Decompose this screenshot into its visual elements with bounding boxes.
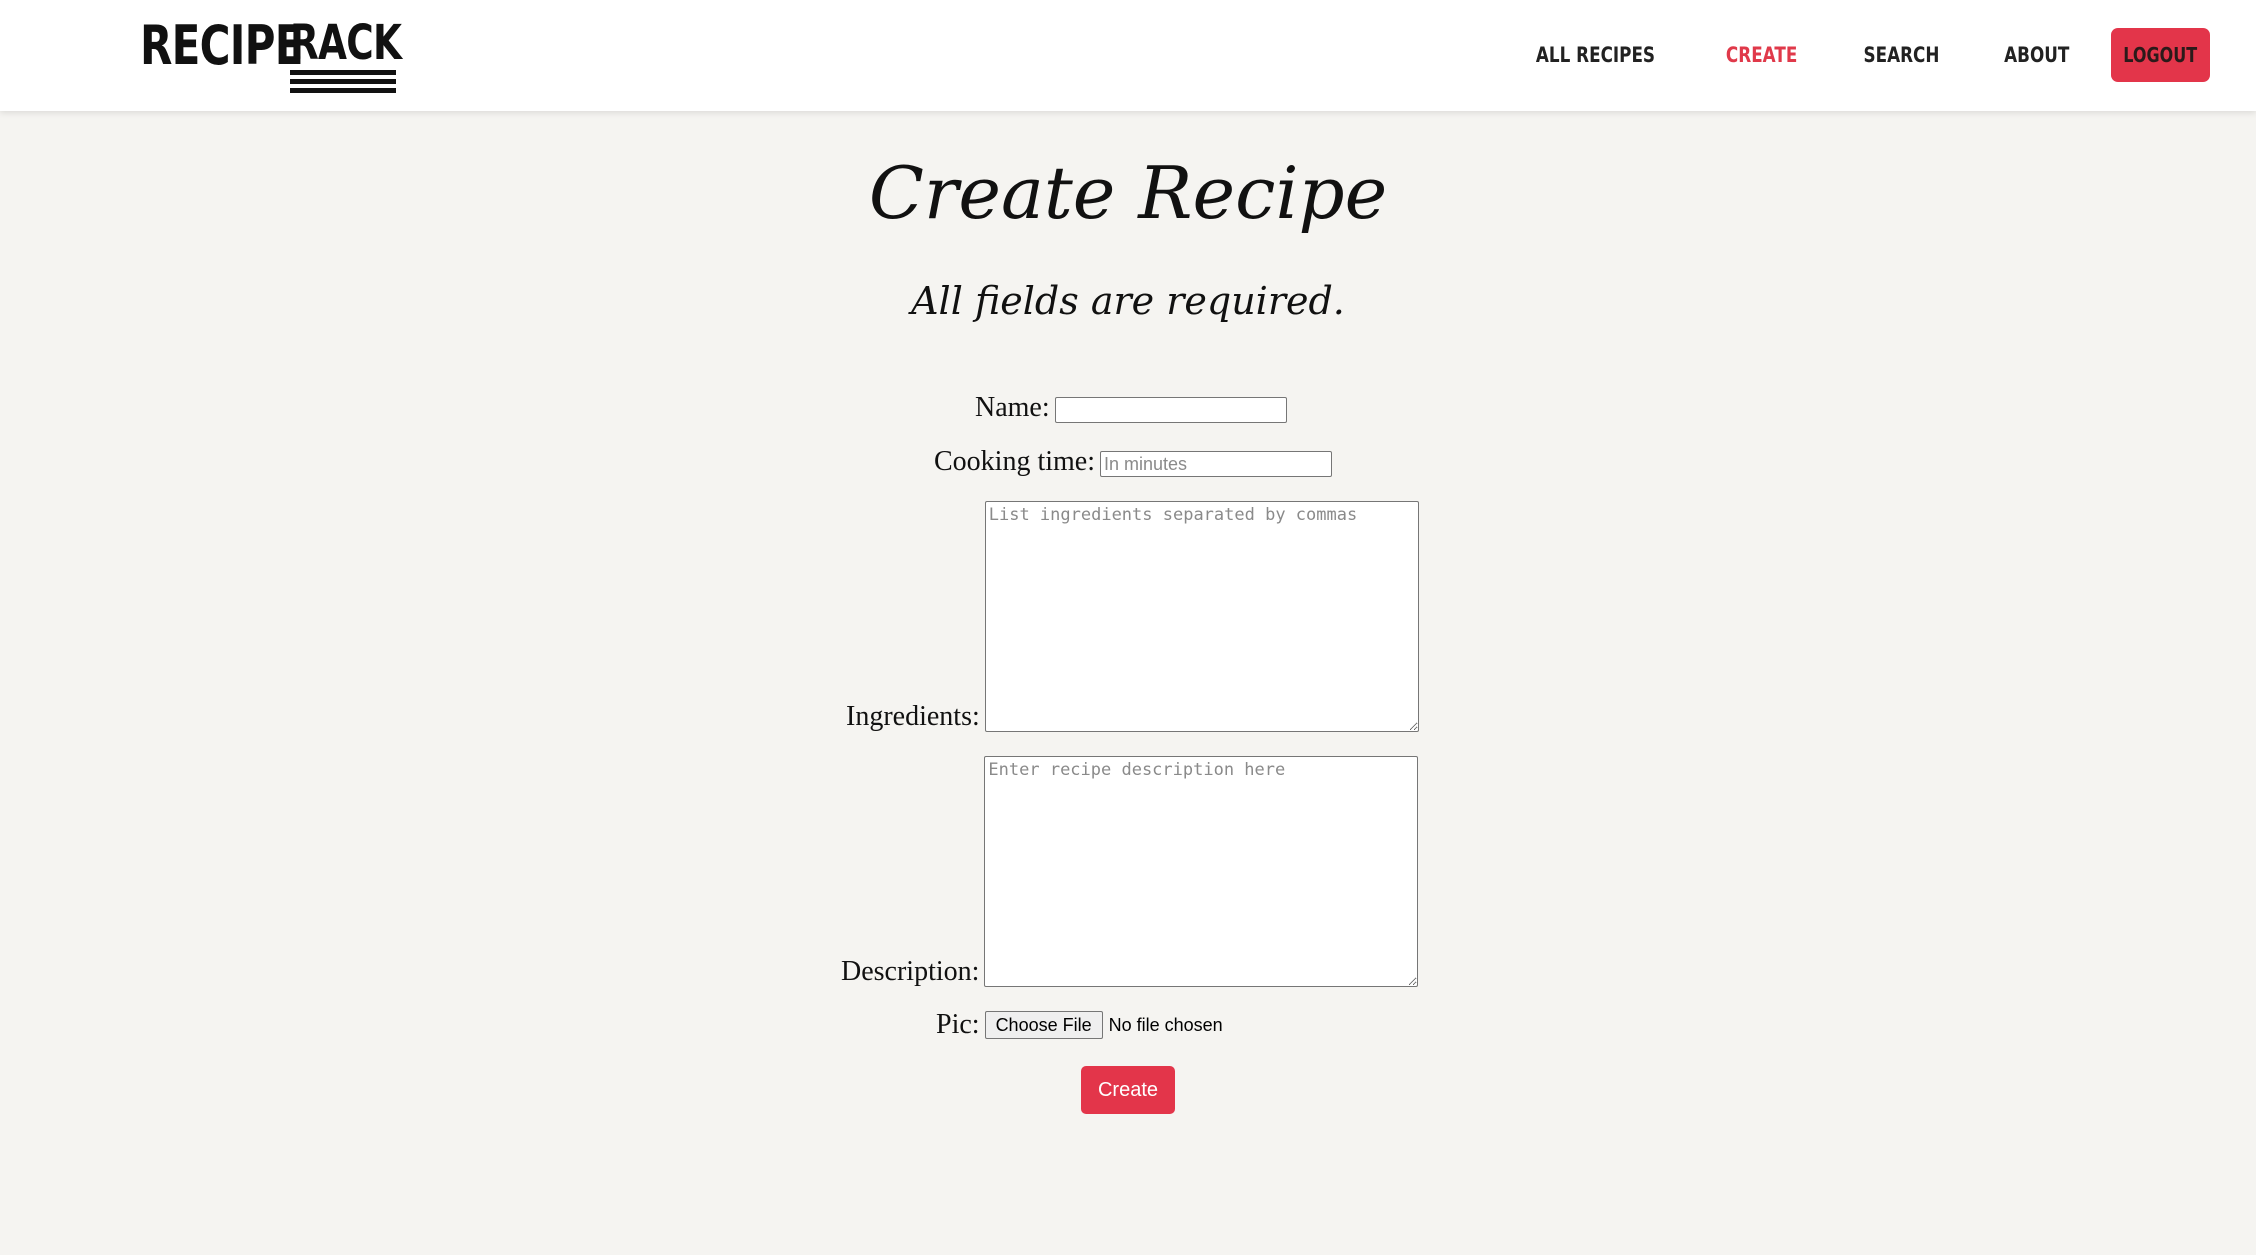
choose-file-button[interactable]: Choose File [984, 1011, 1103, 1039]
description-textarea[interactable] [984, 756, 1419, 987]
logout-button-label: LOGOUT [2123, 43, 2198, 67]
logo-word-recipe: RECIPE [140, 14, 304, 77]
page-title: Create Recipe [868, 151, 1388, 235]
file-status-text: No file chosen [1108, 1014, 1223, 1035]
name-input[interactable] [1054, 397, 1287, 423]
nav-item-search[interactable]: SEARCH [1863, 43, 1939, 67]
logo-stripes-icon [290, 70, 396, 97]
nav-item-about[interactable]: ABOUT [2004, 43, 2069, 67]
logo-word-rack: RACK [290, 15, 402, 71]
create-button[interactable]: Create [1081, 1066, 1175, 1114]
logo-rack-block: RACK [290, 18, 433, 97]
cooking-time-input[interactable] [1100, 451, 1332, 477]
page-subtitle: All fields are required. [911, 279, 1345, 323]
brand-logo[interactable]: RECIPE RACK [140, 18, 433, 94]
logout-button[interactable]: LOGOUT [2111, 28, 2210, 82]
nav-links: ALL RECIPES CREATE SEARCH ABOUT LOGOUT [1474, 28, 2210, 82]
nav-item-create[interactable]: CREATE [1726, 43, 1797, 67]
cooking-time-row: Cooking time: [934, 447, 1332, 477]
ingredients-label: Ingredients: [846, 701, 980, 732]
pic-row: Pic: Choose File No file chosen [936, 1010, 1223, 1040]
main-content: Create Recipe All fields are required. N… [0, 111, 2256, 1255]
navbar: RECIPE RACK ALL RECIPES CREATE SEARCH AB… [0, 0, 2256, 111]
nav-item-all-recipes[interactable]: ALL RECIPES [1536, 43, 1655, 67]
cooking-time-label: Cooking time: [934, 446, 1095, 477]
description-label: Description: [841, 956, 980, 987]
description-row: Description: [841, 756, 1419, 987]
ingredients-row: Ingredients: [846, 501, 1419, 732]
ingredients-textarea[interactable] [984, 501, 1419, 732]
pic-label: Pic: [936, 1009, 980, 1040]
file-input: Choose File No file chosen [984, 1011, 1223, 1039]
name-label: Name: [975, 392, 1050, 423]
name-row: Name: [975, 393, 1287, 423]
